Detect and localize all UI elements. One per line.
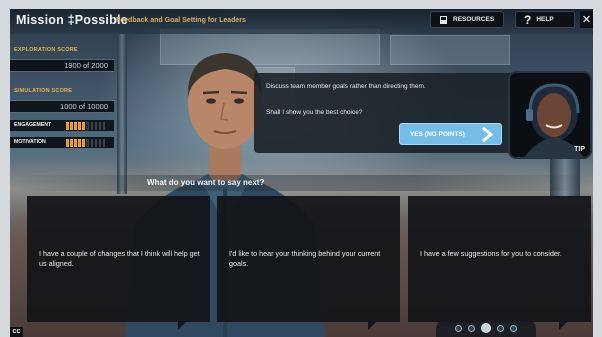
close-button[interactable]: ✕ [580, 11, 593, 28]
choice-text-3: I have a few suggestions for you to cons… [420, 249, 562, 258]
meter-segment [98, 122, 102, 130]
meter-segment [66, 139, 69, 147]
question-text: What do you want to say next? [147, 178, 265, 187]
meter-segment [102, 139, 106, 147]
top-bar: Mission ‡Possible Feedback and Goal Sett… [10, 9, 593, 34]
page-dot[interactable] [455, 324, 462, 332]
meter-segment [70, 139, 73, 147]
meter-segment [102, 122, 106, 130]
exploration-score-box: 1900 of 2000 [10, 59, 114, 72]
choice-card-3[interactable]: I have a few suggestions for you to cons… [408, 196, 591, 330]
help-label: HELP [536, 16, 554, 23]
choice-card-2[interactable]: I'd like to hear your thinking behind yo… [217, 196, 400, 330]
motivation-meter [66, 139, 106, 147]
coach-avatar[interactable]: TIP [508, 71, 592, 159]
book-icon [440, 15, 447, 24]
question-bar: What do you want to say next? [10, 175, 593, 191]
resources-button[interactable]: RESOURCES [430, 11, 504, 28]
simulation-score-box: 1000 of 10000 [10, 100, 114, 113]
show-best-choice-label: YES (NO POINTS) [410, 130, 465, 138]
meter-segment [74, 139, 77, 147]
meter-segment [86, 122, 90, 130]
choice-card-1[interactable]: I have a couple of changes that I think … [27, 196, 210, 330]
page-dot[interactable] [468, 324, 475, 332]
closed-captions-button[interactable]: CC [10, 327, 23, 337]
simulation-score-value: 1000 of 10000 [60, 102, 108, 111]
page-dot[interactable] [481, 323, 491, 333]
meter-segment [86, 139, 90, 147]
speech-tail [178, 321, 187, 330]
tip-label: TIP [574, 146, 585, 153]
meter-segment [94, 139, 98, 147]
chevron-right-icon [482, 127, 493, 142]
motivation-row: MOTIVATION [10, 137, 114, 148]
hint-panel: Discuss team member goals rather than di… [254, 73, 514, 153]
show-best-choice-button[interactable]: YES (NO POINTS) [399, 123, 502, 145]
meter-segment [78, 139, 81, 147]
engagement-row: ENGAGEMENT [10, 120, 114, 131]
meter-segment [82, 122, 85, 130]
engagement-label: ENGAGEMENT [14, 122, 52, 128]
question-mark-icon: ? [524, 12, 532, 27]
hint-text: Discuss team member goals rather than di… [266, 83, 426, 90]
ceiling-panel [390, 35, 510, 65]
exploration-score-value: 1900 of 2000 [64, 61, 108, 70]
simulation-stage: Mission ‡Possible Feedback and Goal Sett… [10, 9, 593, 337]
score-panel: EXPLORATION SCORE 1900 of 2000 SIMULATIO… [10, 39, 114, 159]
meter-segment [90, 122, 94, 130]
engagement-meter [66, 122, 106, 130]
exploration-score-label: EXPLORATION SCORE [14, 47, 78, 53]
page-indicator [436, 319, 536, 337]
help-button[interactable]: ? HELP [515, 11, 575, 28]
choice-text-1: I have a couple of changes that I think … [39, 249, 200, 268]
page-dot[interactable] [497, 324, 504, 332]
course-subtitle: Feedback and Goal Setting for Leaders [116, 17, 246, 24]
meter-segment [78, 122, 81, 130]
page-dot[interactable] [510, 324, 517, 332]
meter-segment [70, 122, 73, 130]
meter-segment [82, 139, 85, 147]
meter-segment [66, 122, 69, 130]
motivation-label: MOTIVATION [14, 139, 46, 145]
simulation-score-label: SIMULATION SCORE [14, 88, 73, 94]
speech-tail [559, 321, 568, 330]
speech-tail [368, 321, 377, 330]
hint-question: Shall I show you the best choice? [266, 109, 363, 116]
resources-label: RESOURCES [453, 16, 495, 23]
app-logo: Mission ‡Possible [16, 13, 128, 27]
meter-segment [74, 122, 77, 130]
meter-segment [90, 139, 94, 147]
meter-segment [94, 122, 98, 130]
meter-segment [98, 139, 102, 147]
choice-text-2: I'd like to hear your thinking behind yo… [229, 249, 381, 268]
